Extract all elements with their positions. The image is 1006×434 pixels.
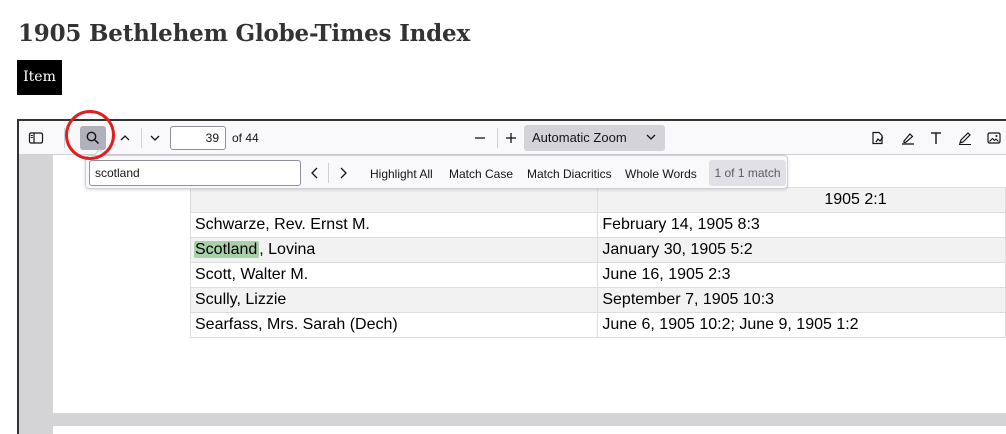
find-input[interactable] (89, 160, 301, 186)
table-row: Scotland, Lovina January 30, 1905 5:2 (189, 237, 1006, 263)
zoom-select[interactable]: Automatic Zoom (524, 125, 665, 151)
name-cell: Scott, Walter M. (189, 262, 599, 288)
zoom-select-value: Automatic Zoom (532, 130, 627, 145)
page-count-label: of 44 (232, 131, 259, 145)
name-cell (189, 187, 599, 213)
match-case-option[interactable]: Match Case (449, 167, 513, 181)
text-icon[interactable] (923, 126, 949, 150)
chevron-up-icon[interactable] (112, 126, 138, 150)
date-cell: January 30, 1905 5:2 (597, 237, 1006, 263)
next-page (53, 426, 1006, 434)
date-cell: September 7, 1905 10:3 (597, 287, 1006, 313)
table-row: Schwarze, Rev. Ernst M. February 14, 190… (189, 212, 1006, 238)
highlight-all-option[interactable]: Highlight All (370, 167, 433, 181)
name-cell: Scotland, Lovina (189, 237, 599, 263)
table-row: Scott, Walter M. June 16, 1905 2:3 (189, 262, 1006, 288)
draw-icon[interactable] (952, 126, 978, 150)
chevron-down-icon (645, 131, 657, 146)
sidebar-toggle-icon[interactable] (23, 126, 49, 150)
find-bar: Highlight All Match Case Match Diacritic… (85, 155, 788, 189)
chevron-down-icon[interactable] (142, 126, 168, 150)
find-previous-icon[interactable] (305, 163, 325, 183)
index-table: 1905 2:1 Schwarze, Rev. Ernst M. Februar… (189, 187, 1006, 338)
pdf-toolbar: of 44 Automatic Zoom (19, 121, 1006, 155)
match-diacritics-option[interactable]: Match Diacritics (527, 167, 612, 181)
table-row: Searfass, Mrs. Sarah (Dech) June 6, 1905… (189, 312, 1006, 338)
match-count-badge: 1 of 1 match (709, 160, 786, 186)
find-separator (328, 163, 329, 183)
whole-words-option[interactable]: Whole Words (625, 167, 697, 181)
pdf-viewer: 1905 2:1 Schwarze, Rev. Ernst M. Februar… (17, 119, 1006, 434)
date-cell: June 16, 1905 2:3 (597, 262, 1006, 288)
name-rest: , Lovina (259, 241, 316, 258)
date-cell: February 14, 1905 8:3 (597, 212, 1006, 238)
zoom-in-icon[interactable] (498, 126, 524, 150)
table-row: 1905 2:1 (189, 187, 1006, 213)
annotation-circle (65, 110, 115, 160)
name-cell: Searfass, Mrs. Sarah (Dech) (189, 312, 599, 338)
item-tag[interactable]: Item (17, 60, 62, 95)
name-cell: Schwarze, Rev. Ernst M. (189, 212, 599, 238)
name-cell: Scully, Lizzie (189, 287, 599, 313)
highlight-icon[interactable] (895, 126, 921, 150)
stamp-icon[interactable] (865, 126, 891, 150)
search-match-highlight: Scotland (194, 241, 260, 258)
table-row: Scully, Lizzie September 7, 1905 10:3 (189, 287, 1006, 313)
date-cell: June 6, 1905 10:2; June 9, 1905 1:2 (597, 312, 1006, 338)
image-icon[interactable] (981, 126, 1006, 150)
find-next-icon[interactable] (333, 163, 353, 183)
date-text: 1905 2:1 (824, 191, 887, 208)
page-number-input[interactable] (170, 126, 226, 150)
date-cell: 1905 2:1 (597, 187, 1006, 213)
page-title: 1905 Bethlehem Globe-Times Index (18, 20, 470, 47)
pdf-page: 1905 2:1 Schwarze, Rev. Ernst M. Februar… (53, 155, 1006, 413)
zoom-out-icon[interactable] (467, 126, 493, 150)
